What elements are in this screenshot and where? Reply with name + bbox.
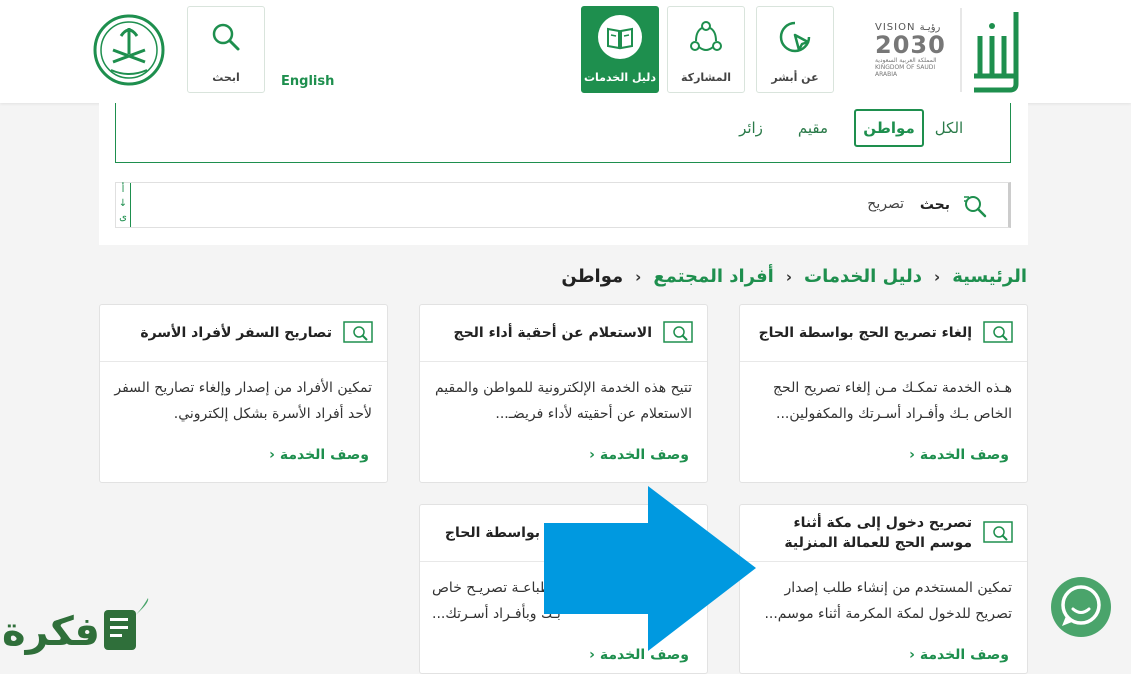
service-card[interactable]: تصاريح السفر لأفراد الأسرة تمكين الأفراد… [99,304,388,483]
service-description-link[interactable]: وصف الخدمة ‹ [269,447,369,463]
site-header: ابحث English دليل الخدمات المشاركة عن أب… [0,0,1131,103]
service-search-icon [663,319,693,349]
service-card-description: تتيح هذه الخدمة الإلكترونية للمواطن والم… [434,380,692,422]
vision-2030-logo: VISION رؤيـة 2030 المملكة العربية السعود… [875,22,957,80]
support-chat-button[interactable] [1050,576,1112,638]
service-card-title[interactable]: بواسطة الحاج [430,505,540,561]
tab-visitor[interactable]: زائر [726,109,776,147]
nav-search-label: ابحث [212,71,240,84]
service-card-title[interactable]: الاستعلام عن أحقية أداء الحج [432,305,652,361]
chevron-left-icon: ‹ [635,268,642,286]
tab-all[interactable]: الكل [924,109,974,147]
service-card[interactable]: الاستعلام عن أحقية أداء الحج تتيح هذه ال… [419,304,708,483]
nav-participation-button[interactable]: المشاركة [667,6,745,93]
user-type-tabs: الكل مواطن مقيم زائر [115,103,1011,163]
search-input[interactable]: تصريح [867,196,904,212]
chevron-left-icon: ‹ [934,268,941,286]
overlay-arrow-icon [544,486,756,655]
breadcrumb-current: مواطن [561,266,624,287]
alphabet-sort-toggle[interactable]: أ ↓ ى [116,183,131,227]
nav-services-guide-button[interactable]: دليل الخدمات [581,6,659,93]
cursor-click-icon [773,15,817,59]
breadcrumb-community[interactable]: أفراد المجتمع [653,266,774,287]
search-magnifier-icon[interactable] [962,193,990,223]
breadcrumb-services-guide[interactable]: دليل الخدمات [804,266,922,287]
vision-line2: 2030 [875,31,946,59]
service-search-icon [983,519,1013,549]
service-card-description: هـذه الخدمة تمكـك مـن إلغاء تصريح الحج ا… [773,380,1012,422]
service-card-description: تمكين الأفراد من إصدار وإلغاء تصاريح الس… [114,380,372,422]
book-icon [598,15,642,59]
search-label: بحث [919,197,950,213]
absher-logo[interactable] [960,6,1026,94]
watermark-text: فكرة [2,609,100,655]
service-search-icon [983,319,1013,349]
nav-search-button[interactable]: ابحث [187,6,265,93]
tab-resident[interactable]: مقيم [788,109,838,147]
service-search-icon [343,319,373,349]
service-card-description: تمكين المستخدم من إنشاء طلب إصدار تصريح … [764,580,1012,622]
breadcrumb: الرئيسية ‹ دليل الخدمات ‹ أفراد المجتمع ‹ مواط… [561,266,1027,287]
service-card-title[interactable]: إلغاء تصريح الحج بواسطة الحاج [752,305,972,361]
nav-about-button[interactable]: عن أبشر [756,6,834,93]
vision-line3: المملكة العربية السعودية KINGDOM OF SAUD… [875,57,937,78]
service-search-box[interactable]: أ ↓ ى تصريح بحث [115,182,1011,228]
saudi-emblem-logo[interactable] [93,14,165,86]
chevron-left-icon: ‹ [785,268,793,286]
nav-about-label: عن أبشر [771,71,819,84]
service-card[interactable]: تصريح دخول إلى مكة أثناء موسم الحج للعما… [739,504,1028,674]
language-switch-link[interactable]: English [281,74,334,89]
filter-panel: الكل مواطن مقيم زائر أ ↓ ى تصريح بحث [99,103,1028,245]
service-card[interactable]: إلغاء تصريح الحج بواسطة الحاج هـذه الخدم… [739,304,1028,483]
service-description-link[interactable]: وصف الخدمة ‹ [909,647,1009,663]
tab-citizen[interactable]: مواطن [854,109,924,147]
service-description-link[interactable]: وصف الخدمة ‹ [589,447,689,463]
service-card-title[interactable]: تصاريح السفر لأفراد الأسرة [112,305,332,361]
nav-participation-label: المشاركة [681,71,731,84]
service-card-title[interactable]: تصريح دخول إلى مكة أثناء موسم الحج للعما… [752,505,972,561]
nav-services-guide-label: دليل الخدمات [583,71,657,84]
search-icon [204,15,248,59]
breadcrumb-home[interactable]: الرئيسية [952,266,1027,287]
service-description-link[interactable]: وصف الخدمة ‹ [909,447,1009,463]
share-network-icon [684,15,728,59]
